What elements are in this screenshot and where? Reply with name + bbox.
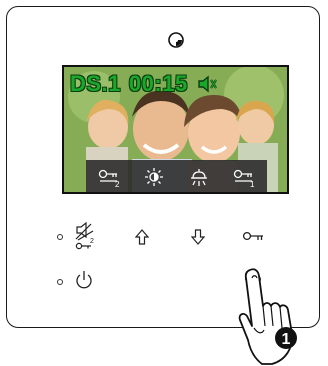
osd-status: DS.1 00:15 [70, 71, 218, 97]
pointing-finger-illustration: 1 [238, 268, 297, 365]
callout-number: 1 [282, 331, 291, 348]
menu-key1-subscript: 1 [250, 180, 255, 188]
logo-icon [168, 32, 184, 48]
power-led [57, 279, 63, 285]
brightness-icon[interactable] [142, 166, 166, 188]
unlock2-subscript: 2 [90, 238, 94, 245]
light-icon[interactable] [187, 166, 211, 188]
key-1-icon[interactable]: 1 [232, 166, 256, 188]
screen-menu-bar: 2 1 [86, 160, 267, 192]
monitor-screen: DS.1 00:15 2 1 [62, 65, 289, 194]
power-icon[interactable] [75, 270, 93, 290]
key-2-icon[interactable]: 2 [97, 166, 121, 188]
mute-unlock2-icon[interactable]: 2 [73, 221, 99, 251]
down-arrow-icon[interactable] [191, 229, 205, 245]
up-arrow-icon[interactable] [135, 229, 149, 245]
call-timer: 00:15 [128, 71, 188, 96]
door-station-label: DS.1 [70, 71, 121, 96]
key-icon[interactable] [242, 231, 264, 243]
speaker-mute-icon [198, 75, 217, 93]
menu-key2-subscript: 2 [115, 180, 120, 188]
indicator-led [57, 234, 63, 240]
button-row-top: 2 [7, 221, 321, 251]
